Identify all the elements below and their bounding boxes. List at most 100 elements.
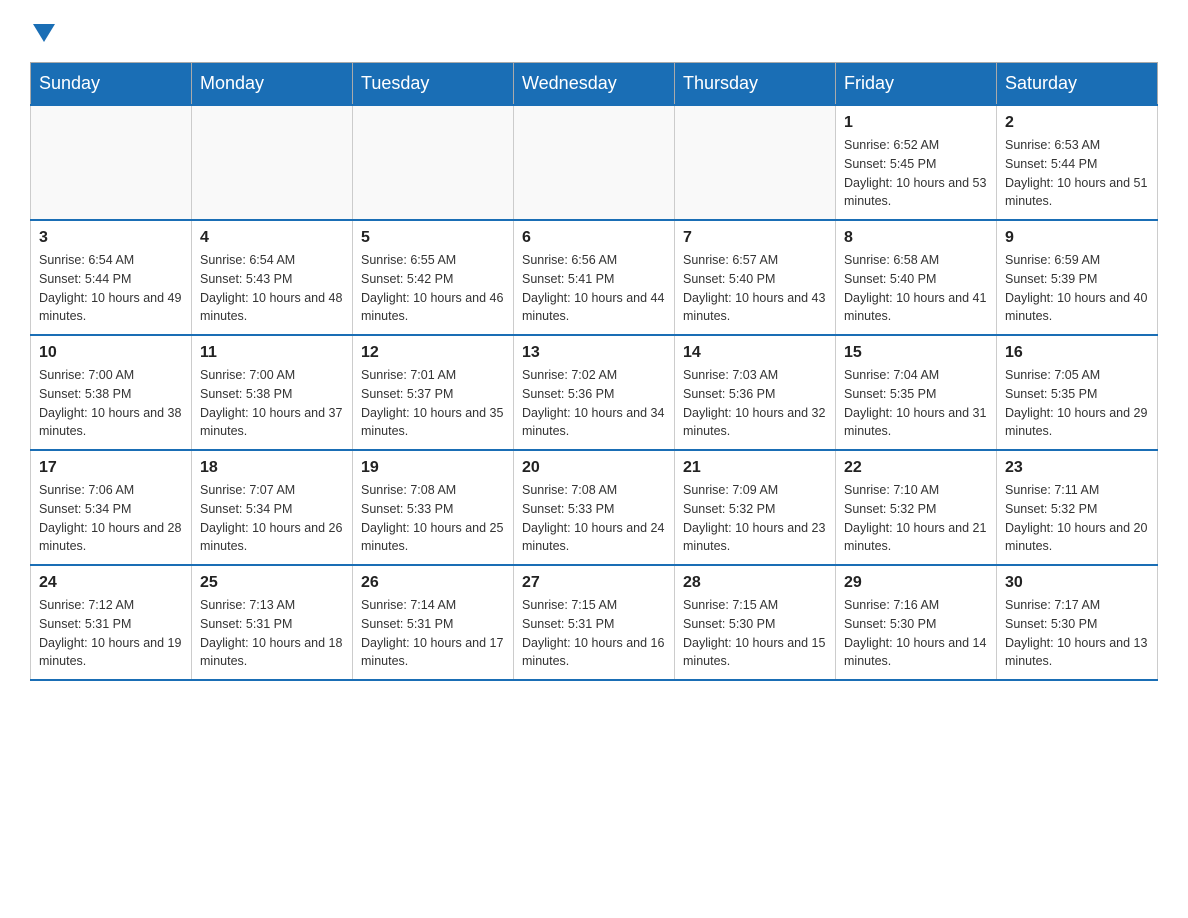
day-number: 11 xyxy=(200,344,344,362)
day-number: 5 xyxy=(361,229,505,247)
calendar-cell: 1 Sunrise: 6:52 AM Sunset: 5:45 PM Daylig… xyxy=(836,105,997,220)
calendar-table: SundayMondayTuesdayWednesdayThursdayFrid… xyxy=(30,62,1158,681)
calendar-cell: 14Sunrise: 7:03 AM Sunset: 5:36 PM Dayli… xyxy=(675,335,836,450)
day-number: 30 xyxy=(1005,574,1149,592)
calendar-cell: 24 Sunrise: 7:12 AM Sunset: 5:31 PM Dayli… xyxy=(31,565,192,680)
calendar-cell xyxy=(353,105,514,220)
calendar-cell: 26 Sunrise: 7:14 AM Sunset: 5:31 PM Dayli… xyxy=(353,565,514,680)
day-number: 20 xyxy=(522,459,666,477)
calendar-cell: 30 Sunrise: 7:17 AM Sunset: 5:30 PM Dayli… xyxy=(997,565,1158,680)
calendar-cell: 4 Sunrise: 6:54 AM Sunset: 5:43 PM Daylig… xyxy=(192,220,353,335)
day-number: 1 xyxy=(844,114,988,132)
calendar-week-1: 1 Sunrise: 6:52 AM Sunset: 5:45 PM Daylig… xyxy=(31,105,1158,220)
header-tuesday: Tuesday xyxy=(353,63,514,106)
day-number: 26 xyxy=(361,574,505,592)
day-info: Sunrise: 6:52 AM Sunset: 5:45 PM Dayligh… xyxy=(844,136,988,211)
day-info: Sunrise: 6:58 AM Sunset: 5:40 PM Dayligh… xyxy=(844,251,988,326)
day-number: 12 xyxy=(361,344,505,362)
calendar-cell: 7Sunrise: 6:57 AM Sunset: 5:40 PM Daylig… xyxy=(675,220,836,335)
day-info: Sunrise: 7:13 AM Sunset: 5:31 PM Dayligh… xyxy=(200,596,344,671)
header-sunday: Sunday xyxy=(31,63,192,106)
day-number: 25 xyxy=(200,574,344,592)
day-number: 21 xyxy=(683,459,827,477)
day-number: 2 xyxy=(1005,114,1149,132)
day-info: Sunrise: 7:12 AM Sunset: 5:31 PM Dayligh… xyxy=(39,596,183,671)
calendar-cell: 17 Sunrise: 7:06 AM Sunset: 5:34 PM Dayli… xyxy=(31,450,192,565)
day-info: Sunrise: 6:53 AM Sunset: 5:44 PM Dayligh… xyxy=(1005,136,1149,211)
day-info: Sunrise: 6:56 AM Sunset: 5:41 PM Dayligh… xyxy=(522,251,666,326)
day-info: Sunrise: 7:14 AM Sunset: 5:31 PM Dayligh… xyxy=(361,596,505,671)
day-number: 19 xyxy=(361,459,505,477)
day-info: Sunrise: 7:15 AM Sunset: 5:31 PM Dayligh… xyxy=(522,596,666,671)
calendar-cell: 29 Sunrise: 7:16 AM Sunset: 5:30 PM Dayli… xyxy=(836,565,997,680)
day-info: Sunrise: 7:01 AM Sunset: 5:37 PM Dayligh… xyxy=(361,366,505,441)
day-info: Sunrise: 7:17 AM Sunset: 5:30 PM Dayligh… xyxy=(1005,596,1149,671)
day-info: Sunrise: 7:05 AM Sunset: 5:35 PM Dayligh… xyxy=(1005,366,1149,441)
day-number: 15 xyxy=(844,344,988,362)
calendar-cell xyxy=(675,105,836,220)
calendar-cell: 16 Sunrise: 7:05 AM Sunset: 5:35 PM Dayli… xyxy=(997,335,1158,450)
day-info: Sunrise: 7:06 AM Sunset: 5:34 PM Dayligh… xyxy=(39,481,183,556)
header-wednesday: Wednesday xyxy=(514,63,675,106)
header-thursday: Thursday xyxy=(675,63,836,106)
day-number: 6 xyxy=(522,229,666,247)
calendar-cell: 11 Sunrise: 7:00 AM Sunset: 5:38 PM Dayli… xyxy=(192,335,353,450)
day-info: Sunrise: 7:10 AM Sunset: 5:32 PM Dayligh… xyxy=(844,481,988,556)
day-number: 4 xyxy=(200,229,344,247)
day-info: Sunrise: 7:15 AM Sunset: 5:30 PM Dayligh… xyxy=(683,596,827,671)
calendar-cell: 22 Sunrise: 7:10 AM Sunset: 5:32 PM Dayli… xyxy=(836,450,997,565)
day-number: 27 xyxy=(522,574,666,592)
calendar-week-3: 10Sunrise: 7:00 AM Sunset: 5:38 PM Dayli… xyxy=(31,335,1158,450)
calendar-cell xyxy=(31,105,192,220)
calendar-cell: 6 Sunrise: 6:56 AM Sunset: 5:41 PM Daylig… xyxy=(514,220,675,335)
day-number: 24 xyxy=(39,574,183,592)
day-number: 18 xyxy=(200,459,344,477)
calendar-cell: 20 Sunrise: 7:08 AM Sunset: 5:33 PM Dayli… xyxy=(514,450,675,565)
day-info: Sunrise: 7:00 AM Sunset: 5:38 PM Dayligh… xyxy=(200,366,344,441)
day-info: Sunrise: 6:54 AM Sunset: 5:43 PM Dayligh… xyxy=(200,251,344,326)
day-info: Sunrise: 7:16 AM Sunset: 5:30 PM Dayligh… xyxy=(844,596,988,671)
day-number: 16 xyxy=(1005,344,1149,362)
day-info: Sunrise: 7:02 AM Sunset: 5:36 PM Dayligh… xyxy=(522,366,666,441)
calendar-cell: 23 Sunrise: 7:11 AM Sunset: 5:32 PM Dayli… xyxy=(997,450,1158,565)
calendar-cell: 28 Sunrise: 7:15 AM Sunset: 5:30 PM Dayli… xyxy=(675,565,836,680)
calendar-week-5: 24 Sunrise: 7:12 AM Sunset: 5:31 PM Dayli… xyxy=(31,565,1158,680)
calendar-cell: 13 Sunrise: 7:02 AM Sunset: 5:36 PM Dayli… xyxy=(514,335,675,450)
calendar-cell: 27 Sunrise: 7:15 AM Sunset: 5:31 PM Dayli… xyxy=(514,565,675,680)
day-number: 7 xyxy=(683,229,827,247)
calendar-cell: 3 Sunrise: 6:54 AM Sunset: 5:44 PM Daylig… xyxy=(31,220,192,335)
header-friday: Friday xyxy=(836,63,997,106)
calendar-cell: 9Sunrise: 6:59 AM Sunset: 5:39 PM Daylig… xyxy=(997,220,1158,335)
day-number: 23 xyxy=(1005,459,1149,477)
day-number: 22 xyxy=(844,459,988,477)
day-info: Sunrise: 7:04 AM Sunset: 5:35 PM Dayligh… xyxy=(844,366,988,441)
calendar-cell: 25 Sunrise: 7:13 AM Sunset: 5:31 PM Dayli… xyxy=(192,565,353,680)
calendar-week-2: 3 Sunrise: 6:54 AM Sunset: 5:44 PM Daylig… xyxy=(31,220,1158,335)
calendar-cell: 19Sunrise: 7:08 AM Sunset: 5:33 PM Dayli… xyxy=(353,450,514,565)
logo xyxy=(30,20,55,42)
day-info: Sunrise: 6:59 AM Sunset: 5:39 PM Dayligh… xyxy=(1005,251,1149,326)
day-info: Sunrise: 7:09 AM Sunset: 5:32 PM Dayligh… xyxy=(683,481,827,556)
day-number: 29 xyxy=(844,574,988,592)
calendar-cell xyxy=(514,105,675,220)
day-info: Sunrise: 7:00 AM Sunset: 5:38 PM Dayligh… xyxy=(39,366,183,441)
day-number: 3 xyxy=(39,229,183,247)
day-number: 17 xyxy=(39,459,183,477)
calendar-header-row: SundayMondayTuesdayWednesdayThursdayFrid… xyxy=(31,63,1158,106)
day-info: Sunrise: 7:07 AM Sunset: 5:34 PM Dayligh… xyxy=(200,481,344,556)
day-info: Sunrise: 6:55 AM Sunset: 5:42 PM Dayligh… xyxy=(361,251,505,326)
day-number: 28 xyxy=(683,574,827,592)
day-info: Sunrise: 7:11 AM Sunset: 5:32 PM Dayligh… xyxy=(1005,481,1149,556)
header-saturday: Saturday xyxy=(997,63,1158,106)
day-info: Sunrise: 7:03 AM Sunset: 5:36 PM Dayligh… xyxy=(683,366,827,441)
calendar-cell: 12 Sunrise: 7:01 AM Sunset: 5:37 PM Dayli… xyxy=(353,335,514,450)
calendar-cell: 5 Sunrise: 6:55 AM Sunset: 5:42 PM Daylig… xyxy=(353,220,514,335)
calendar-cell: 10Sunrise: 7:00 AM Sunset: 5:38 PM Dayli… xyxy=(31,335,192,450)
calendar-cell: 15 Sunrise: 7:04 AM Sunset: 5:35 PM Dayli… xyxy=(836,335,997,450)
day-number: 8 xyxy=(844,229,988,247)
calendar-cell: 18 Sunrise: 7:07 AM Sunset: 5:34 PM Dayli… xyxy=(192,450,353,565)
day-number: 13 xyxy=(522,344,666,362)
day-info: Sunrise: 7:08 AM Sunset: 5:33 PM Dayligh… xyxy=(522,481,666,556)
day-info: Sunrise: 6:54 AM Sunset: 5:44 PM Dayligh… xyxy=(39,251,183,326)
logo-triangle-icon xyxy=(33,24,55,42)
